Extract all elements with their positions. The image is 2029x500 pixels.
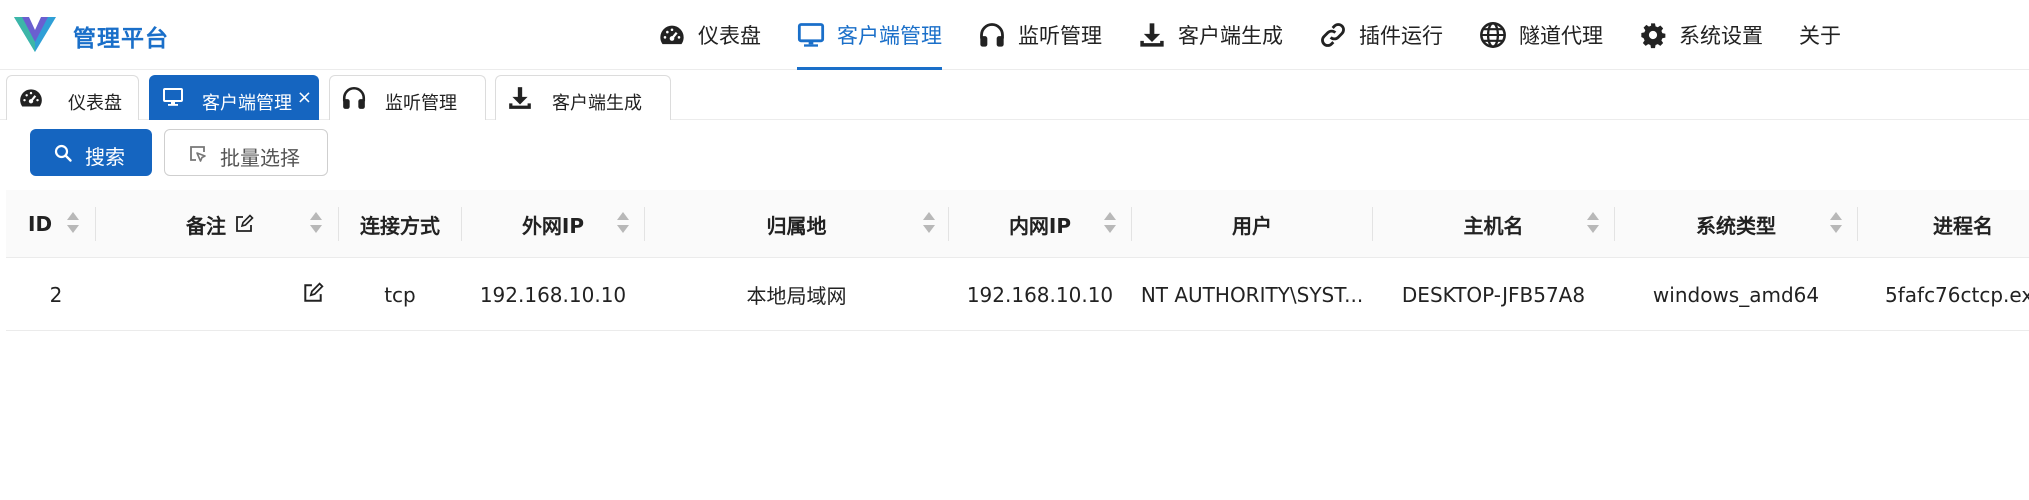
gear-icon (1639, 21, 1667, 49)
column-header-os-type[interactable]: 系统类型 (1615, 190, 1857, 258)
nav-item-system-settings[interactable]: 系统设置 (1621, 0, 1781, 70)
nav-item-about[interactable]: 关于 (1781, 0, 1859, 70)
column-header-location[interactable]: 归属地 (645, 190, 948, 258)
cell-user: NT AUTHORITY\SYST... (1140, 282, 1364, 307)
column-header-label: 主机名 (1463, 213, 1524, 238)
column-header-wan-ip[interactable]: 外网IP (462, 190, 644, 258)
tab-label: 客户端生成 (552, 93, 642, 114)
nav-label: 关于 (1799, 24, 1841, 48)
tab-label: 客户端管理 (202, 93, 292, 114)
nav-label: 客户端管理 (837, 24, 942, 48)
top-header: 管理平台 仪表盘 客户端管理 监听管理 客户端生成 插件运行 隧道代理 系统设置… (0, 0, 2029, 70)
tab-client-management[interactable]: 客户端管理 × (149, 75, 319, 120)
select-pointer-icon (188, 144, 208, 164)
table-header: ID 备注 连接方式 外网IP 归属地 内网IP 用户 主机名 系统类型 进程名 (6, 190, 2029, 258)
edit-icon (236, 214, 254, 232)
sort-icon[interactable] (67, 212, 79, 236)
nav-item-plugin-run[interactable]: 插件运行 (1301, 0, 1461, 70)
cell-location: 本地局域网 (746, 284, 847, 308)
nav-item-tunnel-proxy[interactable]: 隧道代理 (1461, 0, 1621, 70)
column-header-process[interactable]: 进程名 (1858, 190, 2029, 258)
batch-select-button[interactable]: 批量选择 (164, 129, 328, 176)
headphones-icon (341, 85, 367, 111)
column-header-hostname[interactable]: 主机名 (1373, 190, 1614, 258)
column-header-label: ID (28, 212, 53, 236)
nav-item-listener-management[interactable]: 监听管理 (960, 0, 1120, 70)
column-header-label: 用户 (1232, 213, 1272, 238)
edit-note-icon[interactable] (302, 282, 324, 304)
cell-wan-ip: 192.168.10.10 (479, 282, 627, 307)
tab-client-generate[interactable]: 客户端生成 (495, 75, 671, 120)
nav-item-dashboard[interactable]: 仪表盘 (640, 0, 779, 70)
sort-icon[interactable] (1587, 212, 1599, 236)
app-logo (14, 17, 56, 52)
tab-dashboard[interactable]: 仪表盘 (6, 75, 139, 120)
sort-icon[interactable] (1830, 212, 1842, 236)
nav-label: 仪表盘 (698, 24, 761, 48)
nav-item-client-generate[interactable]: 客户端生成 (1120, 0, 1301, 70)
batch-select-button-label: 批量选择 (220, 146, 300, 170)
nav-label: 监听管理 (1018, 24, 1102, 48)
nav-label: 客户端生成 (1178, 24, 1283, 48)
download-icon (507, 85, 533, 111)
search-icon (53, 143, 73, 163)
column-header-label: 连接方式 (360, 213, 440, 238)
sort-icon[interactable] (923, 212, 935, 236)
sort-icon[interactable] (1104, 212, 1116, 236)
column-header-label: 备注 (186, 213, 226, 238)
cell-process: 5fafc76ctcp.exe (1885, 282, 2029, 307)
sort-icon[interactable] (310, 212, 322, 236)
close-icon[interactable]: × (297, 87, 312, 108)
cell-lan-ip: 192.168.10.10 (966, 282, 1114, 307)
monitor-icon (797, 21, 825, 49)
nav-item-client-management[interactable]: 客户端管理 (779, 0, 960, 70)
column-header-label: 系统类型 (1696, 213, 1776, 238)
download-icon (1138, 21, 1166, 49)
cell-hostname: DESKTOP-JFB57A8 (1401, 282, 1586, 307)
main-nav: 仪表盘 客户端管理 监听管理 客户端生成 插件运行 隧道代理 系统设置 关于 (640, 0, 1859, 70)
column-header-connection[interactable]: 连接方式 (339, 190, 461, 258)
cell-connection: tcp (384, 282, 416, 307)
nav-label: 系统设置 (1679, 24, 1763, 48)
link-icon (1319, 21, 1347, 49)
globe-icon (1479, 21, 1507, 49)
column-header-label: 内网IP (1008, 213, 1072, 238)
headphones-icon (978, 21, 1006, 49)
page-tab-strip: 仪表盘 客户端管理 × 监听管理 客户端生成 (0, 70, 2029, 120)
cell-note (96, 258, 246, 331)
cell-id: 2 (49, 282, 63, 307)
column-header-label: 外网IP (521, 213, 585, 238)
tab-label: 仪表盘 (68, 93, 122, 114)
search-button[interactable]: 搜索 (30, 129, 152, 176)
tab-label: 监听管理 (385, 93, 457, 114)
brand-title: 管理平台 (73, 26, 169, 52)
column-header-note[interactable]: 备注 (96, 190, 344, 258)
dashboard-icon (658, 21, 686, 49)
column-header-label: 归属地 (766, 213, 827, 238)
column-header-lan-ip[interactable]: 内网IP (949, 190, 1131, 258)
nav-label: 隧道代理 (1519, 24, 1603, 48)
dashboard-icon (18, 85, 44, 111)
monitor-icon (161, 85, 187, 111)
tab-listener-management[interactable]: 监听管理 (329, 75, 486, 120)
column-header-label: 进程名 (1933, 213, 1993, 238)
table-row[interactable]: 2 tcp 192.168.10.10 本地局域网 192.168.10.10 … (6, 258, 2029, 331)
column-header-user[interactable]: 用户 (1132, 190, 1372, 258)
column-header-id[interactable]: ID (6, 190, 101, 258)
cell-os-type: windows_amd64 (1652, 282, 1820, 307)
nav-label: 插件运行 (1359, 24, 1443, 48)
sort-icon[interactable] (617, 212, 629, 236)
search-button-label: 搜索 (85, 145, 125, 169)
